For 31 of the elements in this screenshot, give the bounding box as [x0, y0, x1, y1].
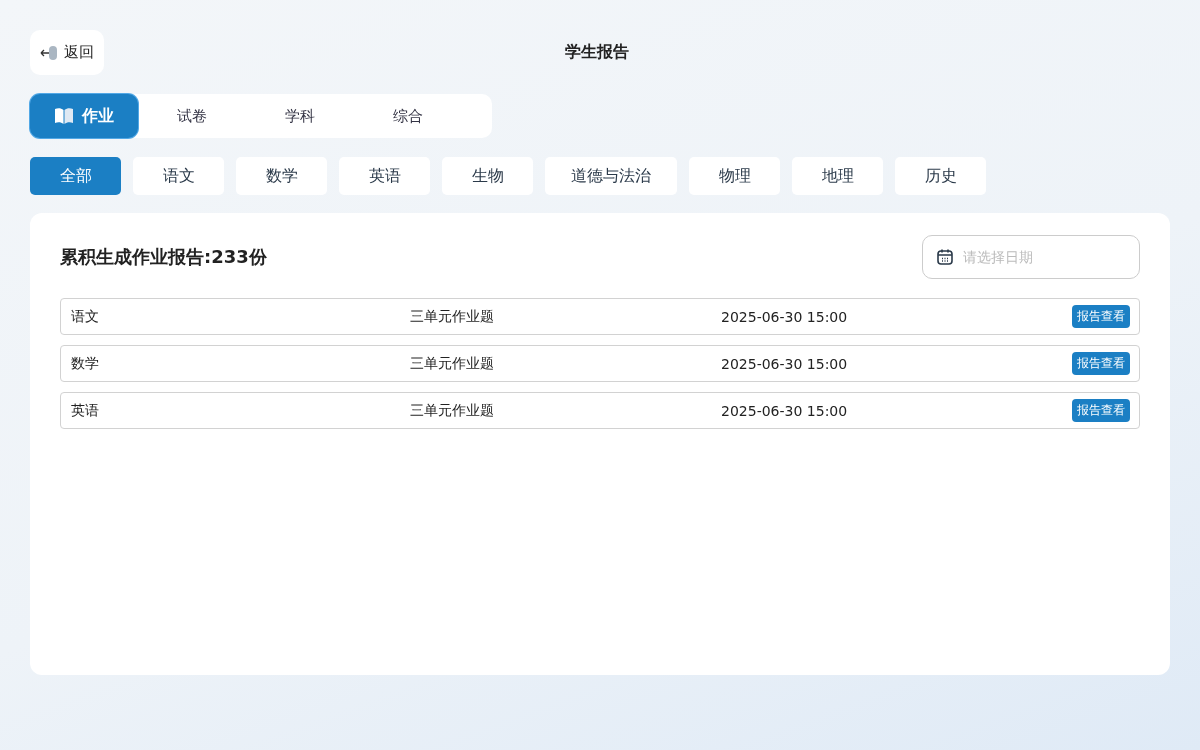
- subject-filter-button[interactable]: 历史: [895, 157, 986, 195]
- assignment-title: 三单元作业题: [410, 354, 495, 373]
- subject-filter-button[interactable]: 语文: [133, 157, 224, 195]
- view-report-button[interactable]: 报告查看: [1072, 305, 1130, 328]
- report-count-heading: 累积生成作业报告:233份: [60, 245, 267, 269]
- book-icon: [54, 107, 74, 125]
- subject-filter-button[interactable]: 数学: [236, 157, 327, 195]
- subject-filter-button[interactable]: 地理: [792, 157, 883, 195]
- subject-filter-button[interactable]: 英语: [339, 157, 430, 195]
- subject-text: 语文: [71, 307, 100, 326]
- subject-filter-button[interactable]: 生物: [442, 157, 533, 195]
- tab[interactable]: 作业: [30, 94, 138, 138]
- subject-filter-button[interactable]: 物理: [689, 157, 780, 195]
- report-time: 2025-06-30 15:00: [721, 355, 849, 372]
- view-report-button[interactable]: 报告查看: [1072, 352, 1130, 375]
- subject-text: 英语: [71, 401, 100, 420]
- report-time: 2025-06-30 15:00: [721, 308, 849, 325]
- view-report-button[interactable]: 报告查看: [1072, 399, 1130, 422]
- subject-filter-button[interactable]: 道德与法治: [545, 157, 677, 195]
- date-picker-field[interactable]: 请选择日期: [922, 235, 1140, 279]
- back-arrow-icon: [40, 43, 58, 62]
- page-title: 学生报告: [564, 42, 630, 63]
- tab[interactable]: 综合: [354, 94, 462, 138]
- report-time: 2025-06-30 15:00: [721, 402, 849, 419]
- assignment-title: 三单元作业题: [410, 401, 495, 420]
- subject-filter-button[interactable]: 全部: [30, 157, 121, 195]
- tab[interactable]: 学科: [246, 94, 354, 138]
- back-button[interactable]: 返回: [30, 30, 104, 75]
- subject-text: 数学: [71, 354, 100, 373]
- tab[interactable]: 试卷: [138, 94, 246, 138]
- assignment-title: 三单元作业题: [410, 307, 495, 326]
